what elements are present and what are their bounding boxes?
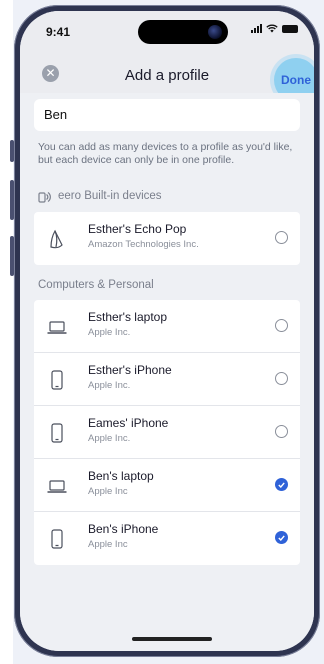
device-maker: Apple Inc — [88, 486, 128, 497]
device-maker: Apple Inc. — [88, 433, 131, 444]
device-maker: Amazon Technologies Inc. — [88, 239, 199, 250]
phone-icon — [51, 423, 63, 443]
wifi-icon — [266, 24, 278, 33]
dynamic-island — [138, 20, 228, 44]
laptop-icon — [47, 321, 67, 334]
device-row[interactable]: Esther's laptop Apple Inc. — [34, 300, 300, 353]
section-header-computers: Computers & Personal — [38, 279, 154, 291]
camera-icon — [208, 25, 222, 39]
device-name: Esther's Echo Pop — [88, 222, 187, 236]
home-indicator[interactable] — [132, 637, 212, 641]
device-maker: Apple Inc — [88, 539, 128, 550]
device-name: Ben's iPhone — [88, 522, 159, 536]
eero-builtin-icon — [38, 192, 51, 203]
device-select-radio-checked[interactable] — [275, 531, 288, 544]
device-select-radio[interactable] — [275, 425, 288, 438]
status-time: 9:41 — [46, 25, 71, 39]
status-bar: 9:41 — [20, 11, 314, 49]
section-title: Computers & Personal — [38, 279, 154, 291]
device-list-computers: Esther's laptop Apple Inc. Esther's iPho… — [34, 300, 300, 565]
phone-icon — [51, 529, 63, 549]
device-row[interactable]: Esther's iPhone Apple Inc. — [34, 353, 300, 406]
section-title: eero Built-in devices — [58, 190, 162, 202]
device-list-eero-builtin: Esther's Echo Pop Amazon Technologies In… — [34, 212, 300, 265]
content: Ben You can add as many devices to a pro… — [20, 93, 314, 651]
device-select-radio-checked[interactable] — [275, 478, 288, 491]
page-title: Add a profile — [124, 67, 210, 84]
nav-bar: ✕ Add a profile Done — [20, 49, 314, 102]
phone-screen: 9:41 ✕ Add a profile Done Ben You can ad… — [20, 11, 314, 651]
device-maker: Apple Inc. — [88, 327, 131, 338]
battery-icon — [282, 24, 298, 33]
device-row[interactable]: Ben's laptop Apple Inc — [34, 459, 300, 512]
device-name: Ben's laptop — [88, 469, 154, 483]
cellular-signal-icon — [251, 24, 262, 33]
device-row[interactable]: Esther's Echo Pop Amazon Technologies In… — [34, 212, 300, 265]
section-header-eero-builtin: eero Built-in devices — [38, 189, 162, 203]
phone-frame: 9:41 ✕ Add a profile Done Ben You can ad… — [14, 5, 320, 657]
phone-icon — [51, 370, 63, 390]
device-row[interactable]: Eames' iPhone Apple Inc. — [34, 406, 300, 459]
status-icons — [251, 24, 298, 33]
device-select-radio[interactable] — [275, 319, 288, 332]
checkmark-icon — [278, 534, 285, 541]
device-name: Eames' iPhone — [88, 416, 169, 430]
device-name: Esther's iPhone — [88, 363, 172, 377]
device-select-radio[interactable] — [275, 231, 288, 244]
device-name: Esther's laptop — [88, 310, 168, 324]
helper-text: You can add as many devices to a profile… — [38, 141, 293, 166]
checkmark-icon — [278, 481, 285, 488]
device-maker: Apple Inc. — [88, 380, 131, 391]
echo-pop-icon — [50, 229, 63, 249]
laptop-icon — [47, 480, 67, 493]
device-row[interactable]: Ben's iPhone Apple Inc — [34, 512, 300, 565]
device-select-radio[interactable] — [275, 372, 288, 385]
profile-name-input[interactable]: Ben — [34, 99, 300, 131]
